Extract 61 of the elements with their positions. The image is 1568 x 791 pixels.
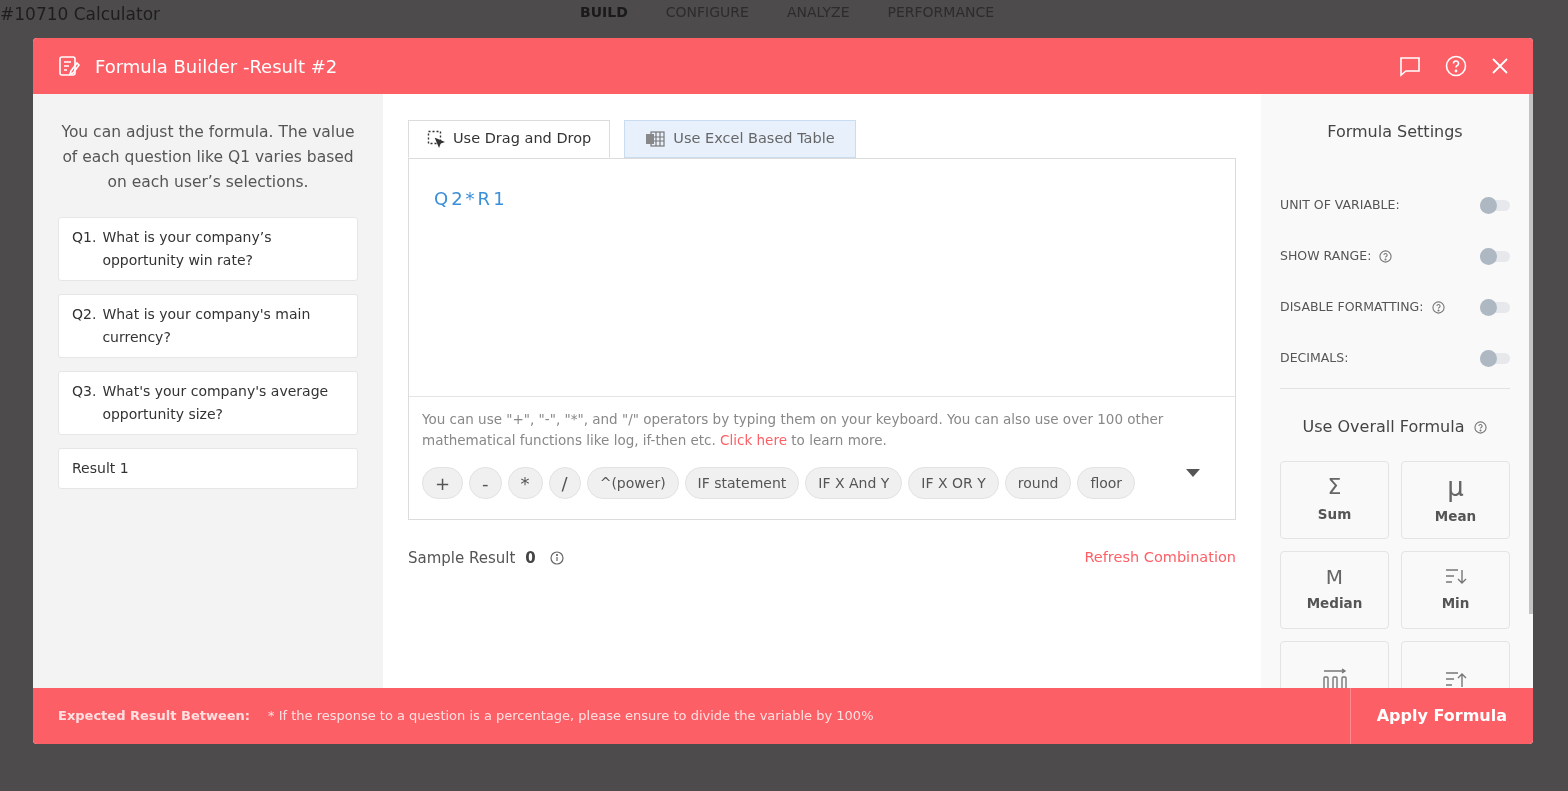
toggle-switch[interactable]: [1480, 302, 1510, 313]
mu-icon: μ: [1447, 473, 1464, 500]
overall-formula-title: Use Overall Formula: [1302, 416, 1465, 438]
settings-title: Formula Settings: [1326, 121, 1464, 143]
sort-up-icon: [1443, 670, 1468, 688]
question-text: What's your company's average opportunity size?: [102, 382, 330, 424]
question-text: What is your company's main currency?: [102, 305, 312, 347]
setting-label: DECIMALS:: [1280, 349, 1349, 368]
setting-label: SHOW RANGE:: [1280, 247, 1372, 266]
toggle-switch[interactable]: [1480, 251, 1510, 262]
columns-arrow-icon: [1321, 668, 1348, 688]
function-card[interactable]: Min: [1401, 551, 1510, 629]
sigma-icon: Σ: [1327, 475, 1342, 498]
help-icon[interactable]: [1474, 420, 1488, 434]
editor-tab[interactable]: Use Excel Based Table: [624, 120, 856, 158]
function-card[interactable]: μ Mean: [1401, 461, 1510, 539]
close-icon[interactable]: [1491, 57, 1509, 75]
setting-label: UNIT OF VARIABLE:: [1280, 196, 1400, 215]
sample-result-value: 0: [525, 548, 536, 569]
question-number: Q1.: [72, 228, 97, 247]
operator-chip[interactable]: ^(power): [586, 467, 679, 499]
question-item[interactable]: Result 1: [58, 448, 358, 489]
question-item[interactable]: Q2. What is your company's main currency?: [58, 294, 358, 358]
function-card[interactable]: Σ Sum: [1280, 461, 1389, 539]
operator-chip[interactable]: round: [1004, 467, 1072, 499]
question-text: Result 1: [72, 459, 129, 478]
sample-result-label: Sample Result: [408, 548, 516, 569]
toggle-switch[interactable]: [1480, 200, 1510, 211]
operator-chip[interactable]: IF X OR Y: [908, 467, 999, 499]
intro-text: You can adjust the formula. The value of each question like Q1 varies based on each user’s selections.: [60, 122, 356, 193]
scrollbar[interactable]: [1529, 94, 1533, 614]
drag-select-icon: [427, 130, 445, 148]
info-icon[interactable]: [549, 551, 564, 566]
operator-chip[interactable]: *: [507, 467, 543, 499]
setting-label: DISABLE FORMATTING:: [1280, 298, 1424, 317]
operator-chip[interactable]: floor: [1077, 467, 1136, 499]
help-text: You can use "+", "-", "*", and "/" operators by typing them on your keyboard. You can also use over 100 other mathematical functions like log, if-then etc. Click here to learn more.: [421, 410, 1165, 450]
operator-chip[interactable]: /: [548, 467, 581, 499]
help-icon[interactable]: [1379, 250, 1393, 263]
question-item[interactable]: Q1. What is your company’s opportunity win rate?: [58, 217, 358, 281]
modal-title: Formula Builder -Result #2: [95, 54, 338, 79]
toggle-switch[interactable]: [1480, 353, 1510, 364]
editor-tab[interactable]: Use Drag and Drop: [408, 120, 611, 158]
m-letter-icon: M: [1325, 566, 1344, 587]
expected-result-label: Expected Result Between:: [58, 707, 250, 726]
comment-icon[interactable]: [1399, 55, 1421, 77]
notepad-icon: [57, 54, 81, 78]
operator-chip[interactable]: IF X And Y: [805, 467, 903, 499]
formula-text[interactable]: Q2*R1: [434, 188, 508, 209]
operator-chip[interactable]: -: [469, 467, 502, 499]
operator-chip[interactable]: +: [422, 467, 464, 499]
spreadsheet-icon: [645, 130, 666, 148]
question-number: Q3.: [72, 382, 97, 401]
function-card[interactable]: M Median: [1280, 551, 1389, 629]
help-icon[interactable]: [1431, 301, 1445, 314]
dropdown-caret-icon[interactable]: [1186, 469, 1200, 477]
question-number: Q2.: [72, 305, 97, 324]
operator-chip[interactable]: IF statement: [684, 467, 800, 499]
question-text: What is your company’s opportunity win rate?: [102, 228, 273, 270]
question-item[interactable]: Q3. What's your company's average opportunity size?: [58, 371, 358, 435]
footer-note: * If the response to a question is a percentage, please ensure to divide the variable by 100%: [268, 707, 874, 726]
